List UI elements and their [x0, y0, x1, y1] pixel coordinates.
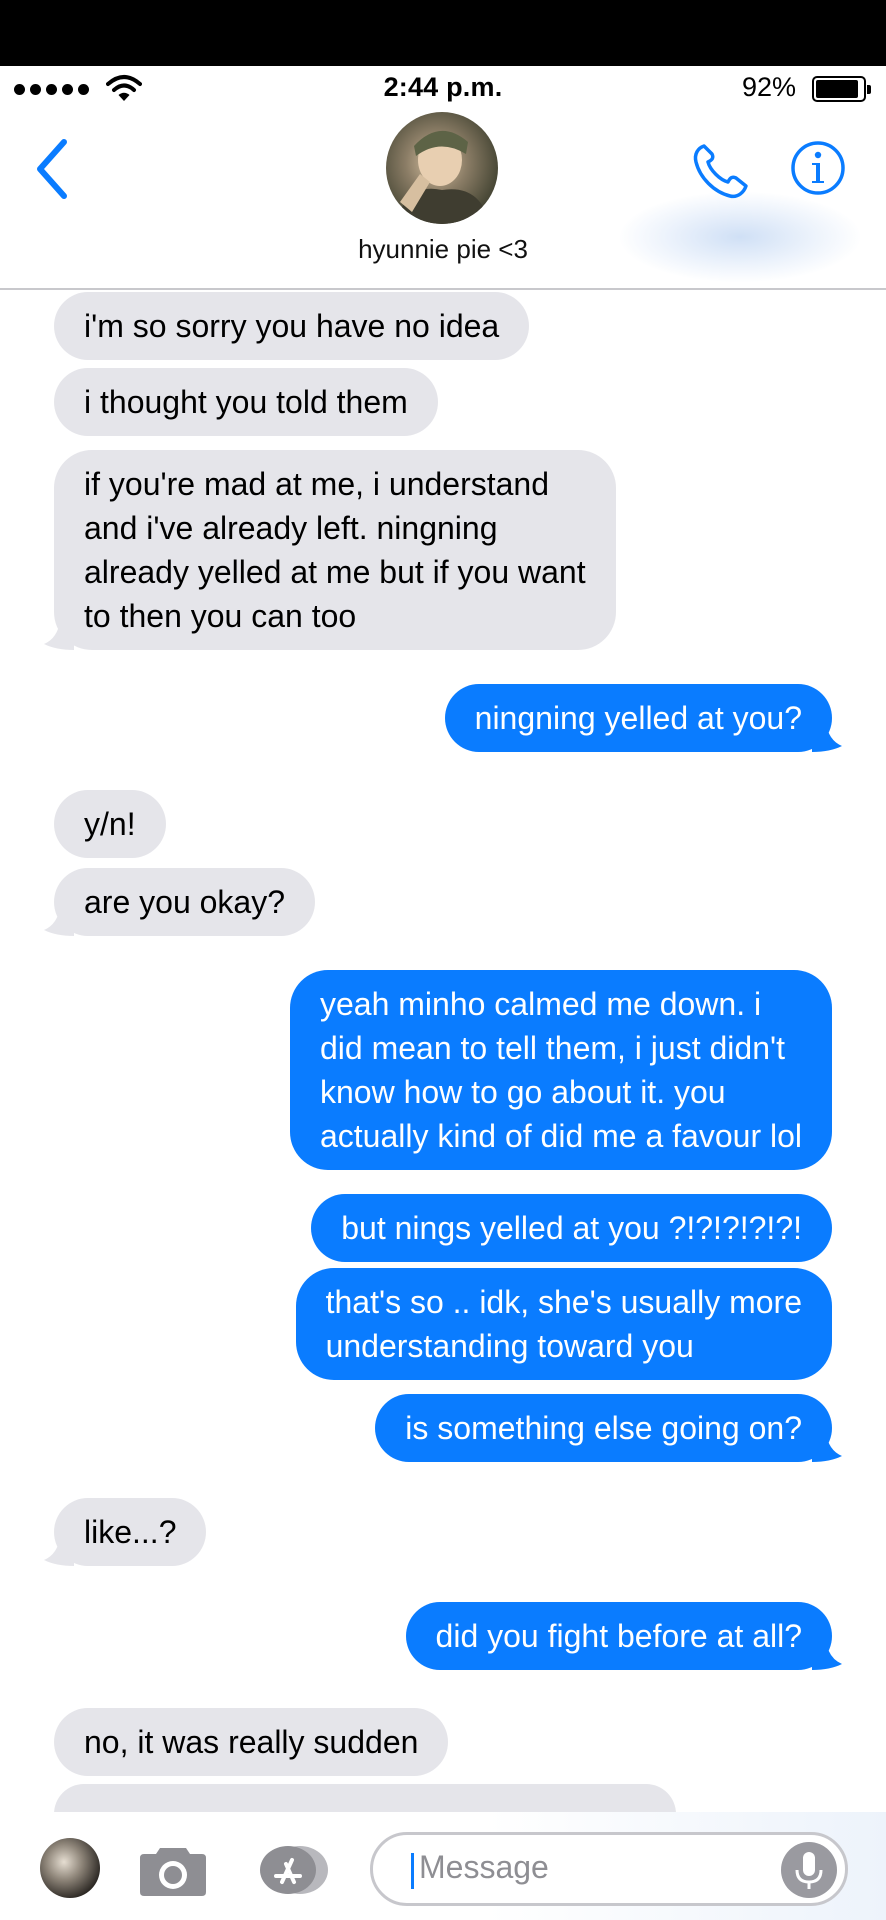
- bubble-tail: [44, 1536, 74, 1566]
- message-text: y/n!: [84, 806, 136, 842]
- message-sent[interactable]: that's so .. idk, she's usually more und…: [295, 1268, 832, 1380]
- phone-icon[interactable]: [690, 140, 750, 200]
- battery-icon: [812, 76, 871, 102]
- message-composer: Message: [0, 1812, 886, 1920]
- message-sent[interactable]: did you fight before at all?: [405, 1602, 842, 1670]
- message-received[interactable]: are you okay?: [44, 868, 316, 936]
- battery-fill: [816, 80, 859, 98]
- app-store-icon[interactable]: [252, 1842, 330, 1898]
- message-line: actually kind of did me a favour lol: [319, 1118, 802, 1154]
- message-received[interactable]: no, it was really sudden: [54, 1708, 449, 1776]
- message-received[interactable]: i thought you told them: [54, 368, 438, 436]
- message-line: did mean to tell them, i just didn't: [319, 1030, 785, 1066]
- message-line: know how to go about it. you: [319, 1074, 726, 1110]
- message-text: no, it was really sudden: [84, 1724, 419, 1760]
- message-text: did you fight before at all?: [435, 1618, 802, 1654]
- message-text: are you okay?: [84, 884, 286, 920]
- chevron-left-icon[interactable]: [30, 136, 74, 202]
- message-line: understanding toward you: [325, 1328, 694, 1364]
- message-line: that's so .. idk, she's usually more: [325, 1284, 802, 1320]
- message-sent[interactable]: ningning yelled at you?: [444, 684, 842, 752]
- bubble-tail: [44, 906, 74, 936]
- message-received[interactable]: if you're mad at me, i understand and i'…: [44, 450, 616, 650]
- microphone-icon[interactable]: [781, 1842, 837, 1898]
- top-black-bar: [0, 0, 886, 66]
- message-line: yeah minho calmed me down. i: [319, 986, 762, 1022]
- contact-avatar[interactable]: [386, 112, 498, 224]
- text-caret: [411, 1853, 414, 1889]
- message-text: like...?: [84, 1514, 177, 1550]
- message-sent[interactable]: but nings yelled at you ?!?!?!?!?!: [311, 1194, 832, 1262]
- message-placeholder: Message: [419, 1849, 549, 1885]
- message-text: i'm so sorry you have no idea: [84, 308, 500, 344]
- bubble-tail: [812, 1640, 842, 1670]
- message-line: to then you can too: [84, 598, 357, 634]
- message-text: ningning yelled at you?: [474, 700, 802, 736]
- message-received[interactable]: y/n!: [54, 790, 166, 858]
- contact-name[interactable]: hyunnie pie <3: [0, 234, 886, 265]
- camera-icon[interactable]: [138, 1842, 208, 1898]
- message-line: and i've already left. ningning: [84, 510, 498, 546]
- bubble-tail: [812, 1432, 842, 1462]
- message-input[interactable]: Message: [370, 1832, 848, 1906]
- message-text: but nings yelled at you ?!?!?!?!?!: [341, 1210, 802, 1246]
- conversation-header: hyunnie pie <3: [0, 112, 886, 290]
- message-line: if you're mad at me, i understand: [84, 466, 550, 502]
- info-icon[interactable]: [790, 140, 846, 196]
- message-text: is something else going on?: [405, 1410, 802, 1446]
- message-sent[interactable]: is something else going on?: [375, 1394, 842, 1462]
- message-received[interactable]: i'm so sorry you have no idea: [54, 292, 530, 360]
- memoji-avatar[interactable]: [40, 1838, 100, 1898]
- message-sent[interactable]: yeah minho calmed me down. i did mean to…: [289, 970, 832, 1170]
- message-line: already yelled at me but if you want: [84, 554, 586, 590]
- message-text: i thought you told them: [84, 384, 408, 420]
- bubble-tail: [812, 722, 842, 752]
- bubble-tail: [44, 620, 74, 650]
- battery-percent: 92%: [742, 72, 797, 102]
- message-received[interactable]: like...?: [44, 1498, 207, 1566]
